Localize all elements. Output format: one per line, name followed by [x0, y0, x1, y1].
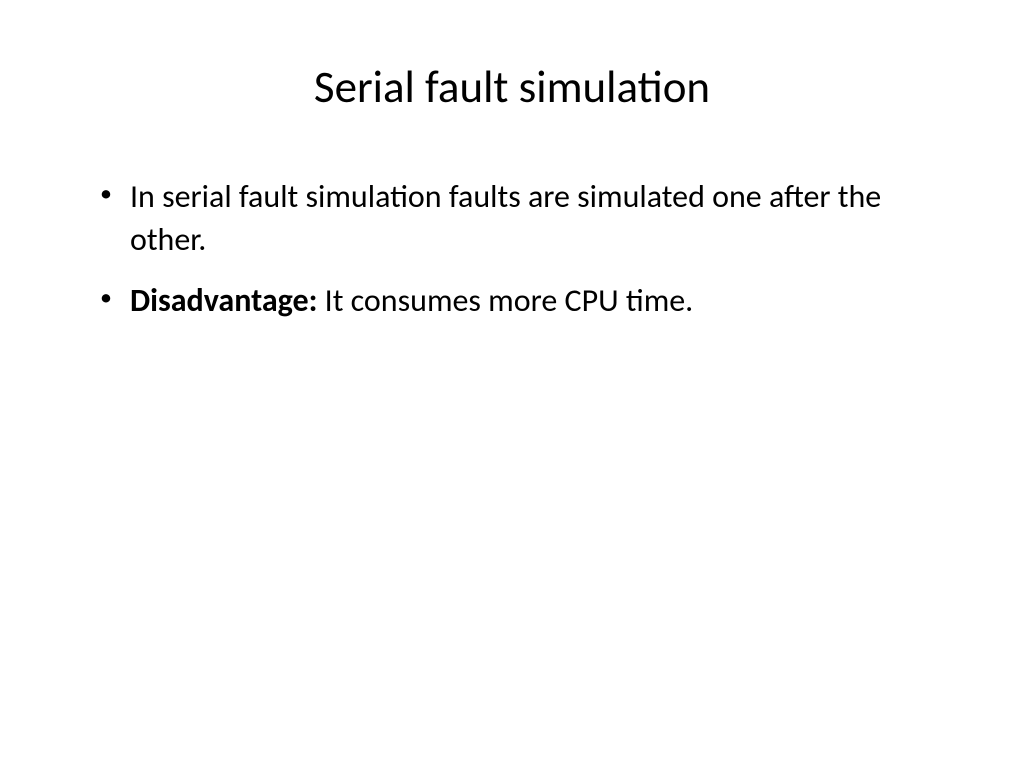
bullet-rest: It consumes more CPU time. [317, 281, 693, 320]
bullet-text: Disadvantage: It consumes more CPU time. [130, 279, 944, 322]
slide-title: Serial fault simulation [80, 60, 944, 115]
bullet-marker-icon: • [100, 279, 112, 317]
bullet-bold-prefix: Disadvantage: [130, 281, 317, 320]
bullet-item: • In serial fault simulation faults are … [100, 175, 944, 261]
bullet-item: • Disadvantage: It consumes more CPU tim… [100, 279, 944, 322]
slide-container: Serial fault simulation • In serial faul… [0, 0, 1024, 768]
slide-content: • In serial fault simulation faults are … [80, 175, 944, 323]
bullet-marker-icon: • [100, 175, 112, 213]
bullet-text: In serial fault simulation faults are si… [130, 175, 944, 261]
